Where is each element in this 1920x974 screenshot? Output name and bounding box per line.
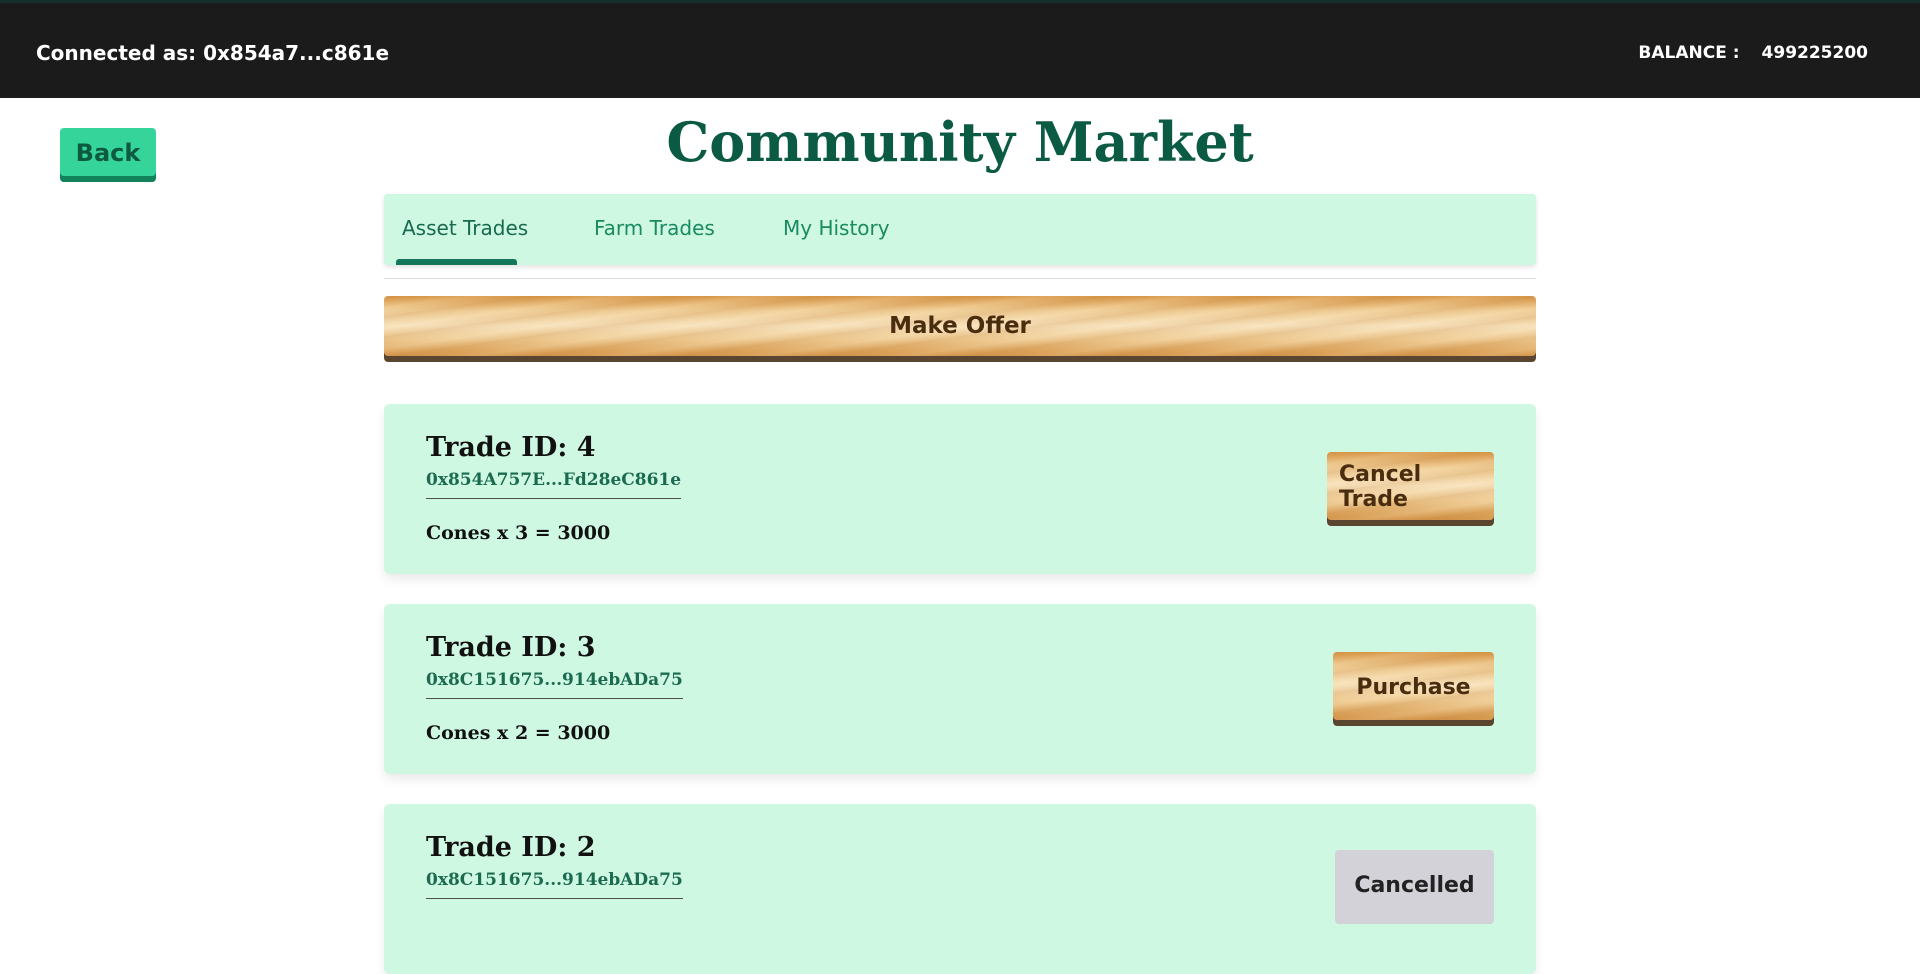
trade-detail: Cones x 3 = 3000 [426, 522, 611, 544]
tab-farm-trades[interactable]: Farm Trades [594, 216, 715, 240]
connected-wallet-text: Connected as: 0x854a7...c861e [36, 41, 390, 65]
trade-id: Trade ID: 3 [426, 632, 596, 663]
tab-my-history[interactable]: My History [783, 216, 890, 240]
trade-seller-address: 0x854A757E...Fd28eC861e [426, 470, 682, 499]
cancel-trade-button[interactable]: Cancel Trade [1327, 452, 1494, 526]
trade-seller-address: 0x8C151675...914ebADa75 [426, 870, 683, 899]
balance-display: BALANCE : 499225200 [1638, 43, 1868, 63]
trade-card: Trade ID: 4 0x854A757E...Fd28eC861e Cone… [384, 404, 1536, 574]
make-offer-button[interactable]: Make Offer [384, 296, 1536, 362]
page-title: Community Market [666, 110, 1254, 174]
market-tabs: Asset Trades Farm Trades My History [384, 194, 1536, 265]
trade-id: Trade ID: 2 [426, 832, 596, 863]
balance-value: 499225200 [1761, 43, 1868, 63]
purchase-button[interactable]: Purchase [1333, 652, 1494, 726]
divider [384, 278, 1536, 279]
top-bar: Connected as: 0x854a7...c861e BALANCE : 4… [0, 0, 1920, 98]
trade-card: Trade ID: 3 0x8C151675...914ebADa75 Cone… [384, 604, 1536, 774]
trade-card: Trade ID: 2 0x8C151675...914ebADa75 Canc… [384, 804, 1536, 974]
active-tab-indicator [396, 259, 517, 265]
trade-seller-address: 0x8C151675...914ebADa75 [426, 670, 683, 699]
balance-label: BALANCE : [1638, 43, 1740, 63]
trade-detail: Cones x 2 = 3000 [426, 722, 611, 744]
trade-id: Trade ID: 4 [426, 432, 596, 463]
tab-asset-trades[interactable]: Asset Trades [402, 216, 528, 240]
cancelled-status-button: Cancelled [1335, 850, 1494, 924]
